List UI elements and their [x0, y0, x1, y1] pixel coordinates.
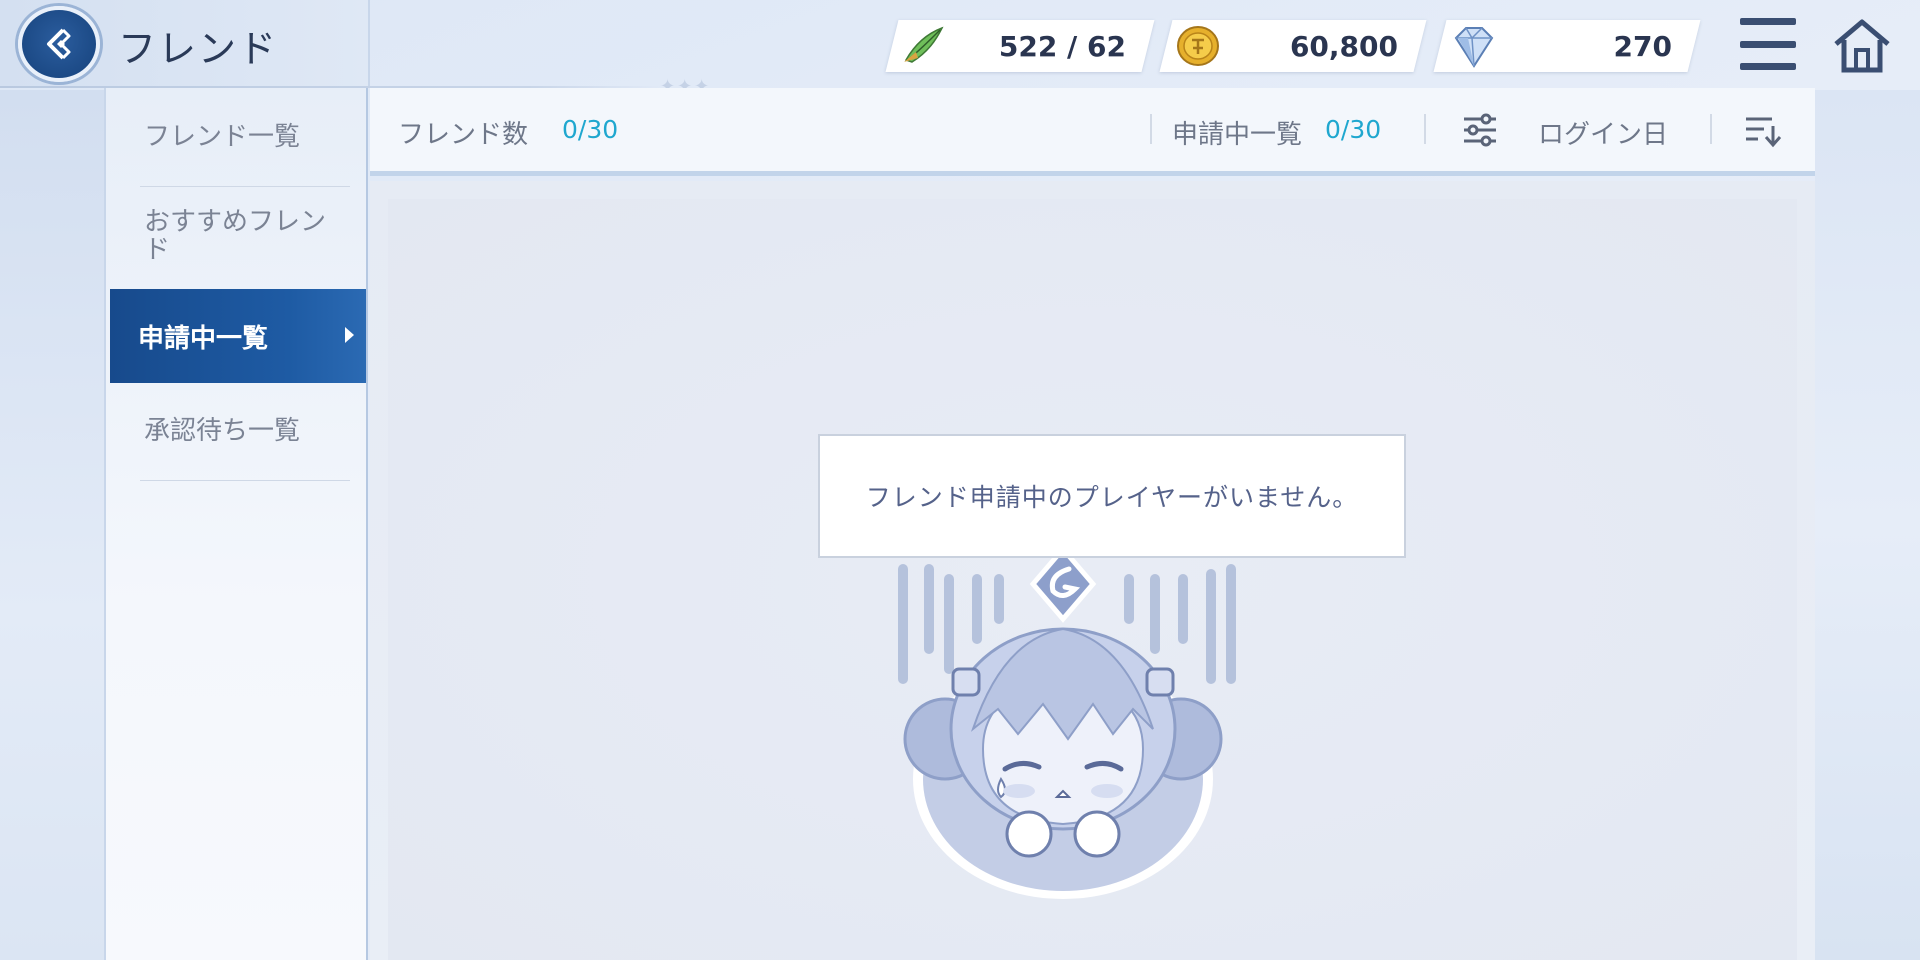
- menu-icon-bar: [1740, 63, 1796, 70]
- main-panel: フレンド数 0/30 申請中一覧 0/30 ログイン日 フレンド申請中のプレイヤ…: [370, 88, 1815, 960]
- sad-mascot-illustration: [898, 545, 1236, 899]
- background-right: [1815, 90, 1920, 960]
- coin-value: 60,800: [1289, 29, 1398, 63]
- sidebar-divider: [140, 480, 350, 481]
- sidebar-item-friend-list[interactable]: フレンド一覧: [112, 122, 368, 152]
- toolbar-separator: [1424, 114, 1426, 144]
- page-title: フレンド: [118, 27, 279, 71]
- sidebar-item-label: 申請中一覧: [138, 323, 269, 354]
- content-panel: フレンド申請中のプレイヤーがいません。: [388, 199, 1797, 960]
- menu-icon-bar: [1740, 40, 1796, 48]
- gem-counter: 270: [1433, 20, 1701, 72]
- empty-state-message: フレンド申請中のプレイヤーがいません。: [818, 434, 1406, 558]
- sidebar: フレンド一覧 おすすめフレンド 申請中一覧 承認待ち一覧: [104, 88, 368, 960]
- menu-button[interactable]: [1740, 18, 1796, 70]
- coin-counter: 60,800: [1159, 20, 1427, 72]
- back-icon: [47, 28, 71, 60]
- content-area: フレンド申請中のプレイヤーがいません。: [370, 181, 1815, 960]
- sidebar-item-pending-requests[interactable]: 申請中一覧: [110, 289, 366, 383]
- gem-value: 270: [1613, 29, 1672, 63]
- sort-icon[interactable]: [1742, 110, 1782, 150]
- back-button[interactable]: [18, 6, 100, 82]
- sidebar-divider: [140, 186, 350, 187]
- stamina-value: 522 / 62: [998, 29, 1126, 63]
- friend-count-label: フレンド数: [398, 120, 529, 150]
- friend-count-value: 0/30: [562, 115, 619, 144]
- home-icon[interactable]: [1832, 18, 1892, 74]
- pending-count-value: 0/30: [1325, 115, 1382, 144]
- sort-key-button[interactable]: ログイン日: [1538, 114, 1668, 151]
- stamina-counter: 522 / 62: [885, 20, 1155, 72]
- sidebar-item-awaiting-approval[interactable]: 承認待ち一覧: [112, 416, 368, 446]
- filter-icon[interactable]: [1460, 110, 1500, 150]
- menu-icon-bar: [1740, 18, 1796, 25]
- pending-count-label: 申請中一覧: [1172, 120, 1303, 150]
- toolbar-separator: [1150, 114, 1152, 144]
- arrow-right-icon: [345, 327, 354, 343]
- toolbar: フレンド数 0/30 申請中一覧 0/30 ログイン日: [370, 88, 1815, 176]
- sidebar-item-recommended[interactable]: おすすめフレンド: [112, 208, 342, 264]
- toolbar-separator: [1710, 114, 1712, 144]
- background-left: [0, 90, 105, 960]
